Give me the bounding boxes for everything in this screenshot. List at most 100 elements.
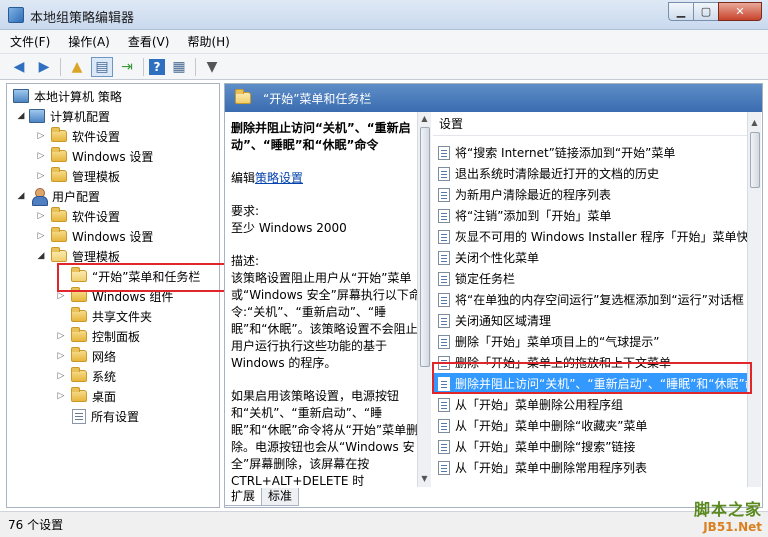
open-folder-icon bbox=[51, 247, 67, 262]
list-item[interactable]: 灰显不可用的 Windows Installer 程序「开始」菜单快捷方式 bbox=[433, 226, 748, 247]
description-body-2: 如果启用该策略设置，电源按钮和“关机”、“重新启动”、“睡眠”和“休眠”命令将从… bbox=[231, 389, 419, 487]
list-item[interactable]: 关闭通知区域清理 bbox=[433, 310, 748, 331]
collapse-arrow-icon[interactable]: ▷ bbox=[55, 391, 67, 401]
show-tree-icon[interactable]: ▤ bbox=[91, 56, 113, 77]
list-item[interactable]: 从「开始」菜单中删除常用程序列表 bbox=[433, 457, 748, 478]
list-item-label: 关闭通知区域清理 bbox=[455, 314, 552, 328]
list-scrollbar[interactable]: ▲ bbox=[747, 112, 761, 487]
requirements: 要求: 至少 Windows 2000 bbox=[231, 204, 347, 235]
computer-icon bbox=[29, 109, 45, 123]
collapse-arrow-icon[interactable]: ▷ bbox=[35, 211, 47, 221]
collapse-arrow-icon[interactable]: ▷ bbox=[35, 131, 47, 141]
policy-setting-icon bbox=[438, 313, 450, 328]
tree-node-shared-folders[interactable]: 共享文件夹 bbox=[55, 306, 152, 326]
description-scrollbar[interactable]: ▲ ▼ bbox=[417, 112, 431, 487]
list-item-label: 将“在单独的内存空间运行”复选框添加到“运行”对话框 bbox=[455, 293, 744, 307]
status-bar: 76 个设置 bbox=[0, 511, 768, 537]
list-item-label: 将“搜索 Internet”链接添加到“开始”菜单 bbox=[455, 146, 676, 160]
list-item-label: 将“注销”添加到「开始」菜单 bbox=[455, 209, 612, 223]
forward-arrow-icon[interactable]: ▶ bbox=[33, 57, 55, 77]
edit-policy-line: 编辑策略设置 bbox=[231, 171, 304, 185]
folder-icon bbox=[51, 207, 67, 222]
tree-node-system[interactable]: ▷ 系统 bbox=[55, 366, 116, 386]
list-item[interactable]: 将“搜索 Internet”链接添加到“开始”菜单 bbox=[433, 142, 748, 163]
column-header-setting[interactable]: 设置 bbox=[433, 112, 760, 136]
list-item[interactable]: 退出系统时清除最近打开的文档的历史 bbox=[433, 163, 748, 184]
maximize-button[interactable]: ▢ bbox=[693, 2, 719, 21]
list-item[interactable]: 为新用户清除最近的程序列表 bbox=[433, 184, 748, 205]
collapse-arrow-icon[interactable]: ▷ bbox=[55, 291, 67, 301]
policy-setting-icon bbox=[438, 250, 450, 265]
collapse-arrow-icon[interactable]: ▷ bbox=[55, 371, 67, 381]
tree-node-desktop[interactable]: ▷ 桌面 bbox=[55, 386, 116, 406]
export-list-icon[interactable]: ⇥ bbox=[116, 57, 138, 77]
list-item[interactable]: 从「开始」菜单中删除“搜索”链接 bbox=[433, 436, 748, 457]
edit-policy-link[interactable]: 策略设置 bbox=[255, 171, 303, 185]
menu-view[interactable]: 查看(V) bbox=[128, 33, 170, 50]
scroll-thumb[interactable] bbox=[420, 127, 430, 367]
description-panel: 删除并阻止访问“关机”、“重新启动”、“睡眠”和“休眠”命令 编辑策略设置 要求… bbox=[225, 112, 430, 487]
tree-node-software-settings[interactable]: ▷ 软件设置 bbox=[35, 126, 120, 146]
scroll-up-icon[interactable]: ▲ bbox=[418, 112, 431, 126]
scroll-down-icon[interactable]: ▼ bbox=[418, 472, 431, 486]
tree-node-all-settings[interactable]: 所有设置 bbox=[55, 406, 139, 426]
folder-icon bbox=[51, 127, 67, 142]
folder-icon bbox=[71, 347, 87, 362]
collapse-arrow-icon[interactable]: ▷ bbox=[35, 171, 47, 181]
list-item[interactable]: 将“在单独的内存空间运行”复选框添加到“运行”对话框 bbox=[433, 289, 748, 310]
list-item-label: 锁定任务栏 bbox=[455, 272, 516, 286]
folder-icon bbox=[71, 367, 87, 382]
folder-icon bbox=[51, 167, 67, 182]
list-item-label: 从「开始」菜单删除公用程序组 bbox=[455, 398, 624, 412]
tree-node-user-windows-settings[interactable]: ▷ Windows 设置 bbox=[35, 226, 153, 246]
menu-file[interactable]: 文件(F) bbox=[10, 33, 50, 50]
list-item-label: 从「开始」菜单中删除“收藏夹”菜单 bbox=[455, 419, 648, 433]
list-item[interactable]: 从「开始」菜单中删除“收藏夹”菜单 bbox=[433, 415, 748, 436]
collapse-arrow-icon[interactable]: ▷ bbox=[35, 151, 47, 161]
policy-setting-icon bbox=[438, 418, 450, 433]
policy-editor-icon bbox=[8, 7, 24, 23]
tree-node-user-software-settings[interactable]: ▷ 软件设置 bbox=[35, 206, 120, 226]
tree-node-windows-settings[interactable]: ▷ Windows 设置 bbox=[35, 146, 153, 166]
menu-action[interactable]: 操作(A) bbox=[68, 33, 110, 50]
title-bar: 本地组策略编辑器 ▁ ▢ ✕ bbox=[0, 0, 768, 30]
list-item-label: 为新用户清除最近的程序列表 bbox=[455, 188, 612, 202]
list-item-label: 从「开始」菜单中删除“搜索”链接 bbox=[455, 440, 636, 454]
list-item[interactable]: 关闭个性化菜单 bbox=[433, 247, 748, 268]
window-title: 本地组策略编辑器 bbox=[30, 11, 135, 26]
list-item[interactable]: 将“注销”添加到「开始」菜单 bbox=[433, 205, 748, 226]
collapse-arrow-icon[interactable]: ▷ bbox=[55, 331, 67, 341]
description-body: 描述: 该策略设置阻止用户从“开始”菜单或“Windows 安全”屏幕执行以下命… bbox=[231, 254, 421, 370]
expand-arrow-icon[interactable]: ◢ bbox=[15, 111, 27, 121]
expand-arrow-icon[interactable]: ◢ bbox=[35, 251, 47, 261]
close-button[interactable]: ✕ bbox=[718, 2, 762, 21]
minimize-button[interactable]: ▁ bbox=[668, 2, 694, 21]
policy-setting-icon bbox=[438, 229, 450, 244]
help-icon[interactable]: ? bbox=[149, 58, 165, 75]
menu-help[interactable]: 帮助(H) bbox=[187, 33, 229, 50]
up-folder-icon[interactable]: ▲ bbox=[66, 57, 88, 77]
back-arrow-icon[interactable]: ◀ bbox=[8, 57, 30, 77]
tree-node-admin-templates[interactable]: ▷ 管理模板 bbox=[35, 166, 120, 186]
filter-icon[interactable]: ▼ bbox=[201, 57, 223, 77]
tab-extended[interactable]: 扩展 bbox=[224, 488, 263, 506]
tree-node-root[interactable]: 本地计算机 策略 bbox=[11, 86, 122, 106]
highlight-box-tree bbox=[57, 263, 232, 292]
list-item[interactable]: 锁定任务栏 bbox=[433, 268, 748, 289]
tree-node-user-config[interactable]: ◢ 用户配置 bbox=[15, 186, 100, 206]
properties-icon[interactable]: ▦ bbox=[168, 57, 190, 77]
list-item[interactable]: 删除「开始」菜单项目上的“气球提示” bbox=[433, 331, 748, 352]
settings-list: 设置 将“搜索 Internet”链接添加到“开始”菜单退出系统时清除最近打开的… bbox=[433, 112, 760, 487]
tab-standard[interactable]: 标准 bbox=[261, 488, 300, 506]
tree-node-network[interactable]: ▷ 网络 bbox=[55, 346, 116, 366]
tree-node-control-panel[interactable]: ▷ 控制面板 bbox=[55, 326, 140, 346]
collapse-arrow-icon[interactable]: ▷ bbox=[55, 351, 67, 361]
policy-setting-icon bbox=[438, 334, 450, 349]
collapse-arrow-icon[interactable]: ▷ bbox=[35, 231, 47, 241]
scroll-thumb[interactable] bbox=[750, 132, 760, 188]
list-item[interactable]: 从「开始」菜单删除公用程序组 bbox=[433, 394, 748, 415]
scroll-up-icon[interactable]: ▲ bbox=[748, 116, 761, 130]
tree-node-computer-config[interactable]: ◢ 计算机配置 bbox=[15, 106, 110, 126]
policy-setting-icon bbox=[438, 397, 450, 412]
expand-arrow-icon[interactable]: ◢ bbox=[15, 191, 27, 201]
